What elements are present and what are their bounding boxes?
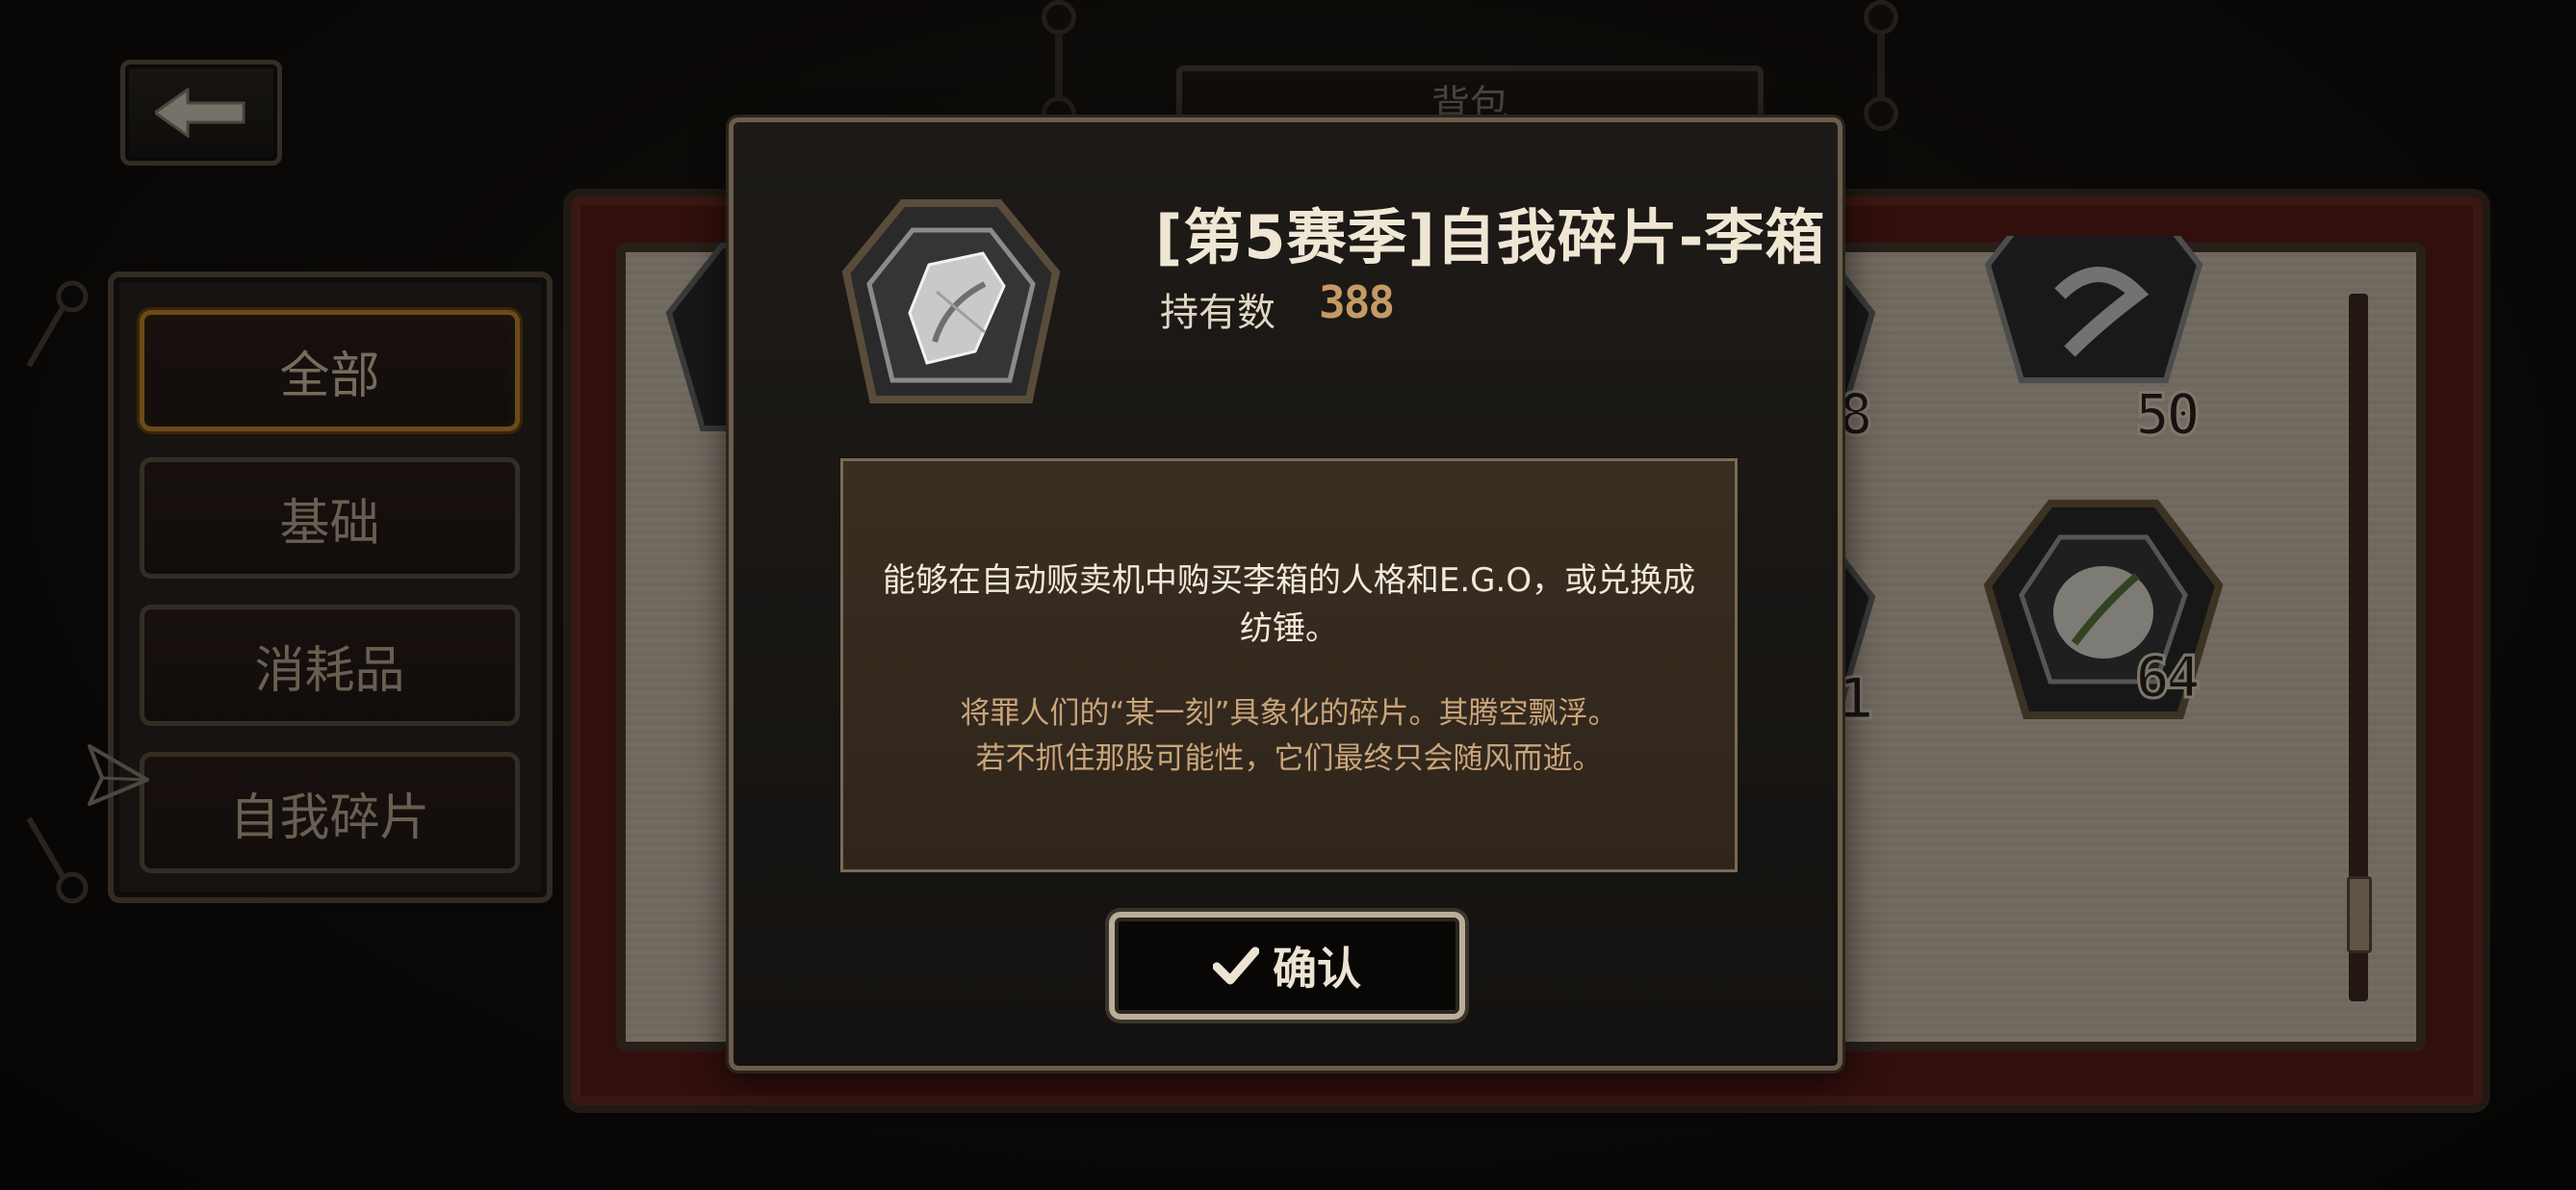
flavor-line: 将罪人们的“某一刻”具象化的碎片。其腾空飘浮。 <box>960 696 1618 731</box>
item-description: 能够在自动贩卖机中购买李箱的人格和E.G.O，或兑换成纺锤。 <box>882 561 1696 648</box>
owned-count-label: 持有数 <box>1160 291 1275 335</box>
ego-shard-icon <box>841 199 1061 403</box>
checkmark-icon <box>1213 946 1259 985</box>
item-title: [第5赛季]自我碎片-李箱 <box>1155 202 1826 272</box>
flavor-line: 若不抓住那股可能性，它们最终只会随风而逝。 <box>975 741 1603 776</box>
confirm-label: 确认 <box>1273 943 1361 995</box>
description-box <box>840 458 1738 872</box>
confirm-button[interactable]: 确认 <box>1109 912 1465 1020</box>
flavor-text: 将罪人们的“某一刻”具象化的碎片。其腾空飘浮。 若不抓住那股可能性，它们最终只会… <box>866 691 1712 782</box>
owned-count-value: 388 <box>1319 276 1395 328</box>
